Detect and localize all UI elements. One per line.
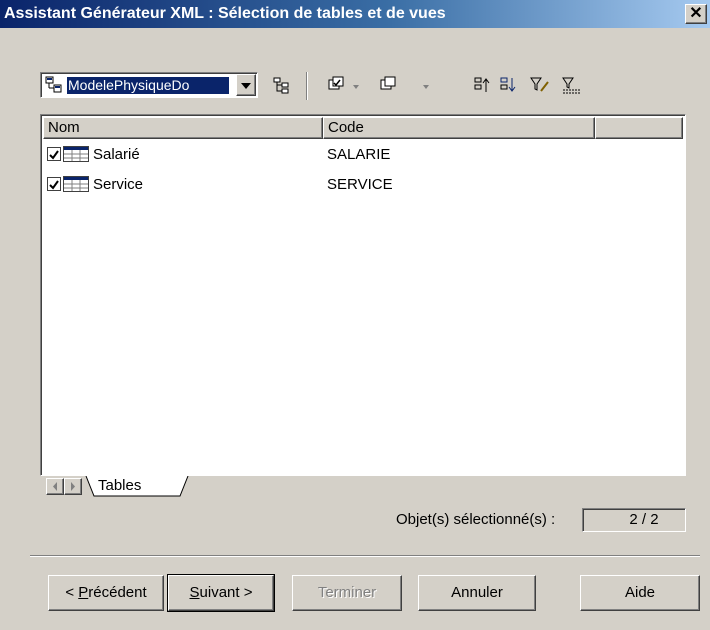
hierarchy-icon[interactable] bbox=[272, 76, 290, 94]
model-combobox[interactable]: ModelePhysiqueDo bbox=[40, 72, 258, 98]
row-checkbox[interactable] bbox=[47, 177, 61, 191]
previous-label-accesskey: P bbox=[78, 584, 89, 601]
close-icon: ✕ bbox=[689, 5, 703, 22]
deselect-icon[interactable] bbox=[380, 76, 398, 94]
toolbar: ModelePhysiqueDo bbox=[40, 70, 640, 102]
table-row[interactable]: Salarié SALARIE bbox=[45, 143, 645, 167]
divider bbox=[30, 555, 700, 557]
tab-tables[interactable]: Tables bbox=[98, 477, 141, 495]
check-icon bbox=[49, 180, 59, 190]
filter-clear-icon[interactable] bbox=[562, 76, 584, 94]
next-label-rest: uivant > bbox=[199, 584, 253, 601]
row-code: SERVICE bbox=[327, 176, 393, 193]
row-code: SALARIE bbox=[327, 146, 391, 163]
previous-label-prefix: < bbox=[65, 584, 79, 601]
selected-count-label: Objet(s) sélectionné(s) : bbox=[396, 511, 556, 528]
scroll-right-button[interactable] bbox=[64, 478, 82, 495]
window-title: Assistant Générateur XML : Sélection de … bbox=[4, 5, 446, 22]
row-checkbox[interactable] bbox=[47, 147, 61, 161]
table-icon bbox=[63, 146, 89, 162]
close-button[interactable]: ✕ bbox=[685, 4, 707, 24]
finish-button[interactable]: Terminer bbox=[292, 575, 402, 611]
toolbar-separator bbox=[306, 72, 308, 100]
select-all-dropdown-icon[interactable] bbox=[353, 85, 359, 89]
deselect-dropdown-icon[interactable] bbox=[423, 85, 429, 89]
select-all-icon[interactable] bbox=[328, 76, 346, 94]
objects-list[interactable]: Nom Code Salarié SALARIE Service SERVICE bbox=[40, 114, 686, 476]
model-icon bbox=[45, 76, 62, 93]
next-button[interactable]: Suivant > bbox=[167, 574, 275, 612]
column-header-code[interactable]: Code bbox=[323, 117, 595, 139]
scroll-left-button[interactable] bbox=[46, 478, 64, 495]
move-up-icon[interactable] bbox=[474, 76, 492, 94]
column-header-empty bbox=[595, 117, 683, 139]
row-name: Salarié bbox=[93, 146, 140, 163]
table-row[interactable]: Service SERVICE bbox=[45, 173, 645, 197]
previous-button[interactable]: < Précédent bbox=[48, 575, 164, 611]
model-combobox-value: ModelePhysiqueDo bbox=[67, 77, 229, 94]
next-label-accesskey: S bbox=[189, 584, 200, 601]
move-down-icon[interactable] bbox=[500, 76, 518, 94]
column-header-nom[interactable]: Nom bbox=[43, 117, 323, 139]
chevron-left-icon bbox=[53, 482, 57, 491]
check-icon bbox=[49, 150, 59, 160]
tab-strip: Tables bbox=[40, 476, 686, 498]
row-name: Service bbox=[93, 176, 144, 193]
filter-edit-icon[interactable] bbox=[530, 76, 550, 94]
chevron-down-icon[interactable] bbox=[236, 74, 256, 96]
title-bar: Assistant Générateur XML : Sélection de … bbox=[0, 0, 710, 28]
cancel-button[interactable]: Annuler bbox=[418, 575, 536, 611]
chevron-right-icon bbox=[71, 482, 75, 491]
list-header: Nom Code bbox=[43, 117, 683, 139]
help-button[interactable]: Aide bbox=[580, 575, 700, 611]
previous-label-rest: récédent bbox=[88, 584, 147, 601]
table-icon bbox=[63, 176, 89, 192]
selected-count-value: 2 / 2 bbox=[582, 508, 686, 532]
